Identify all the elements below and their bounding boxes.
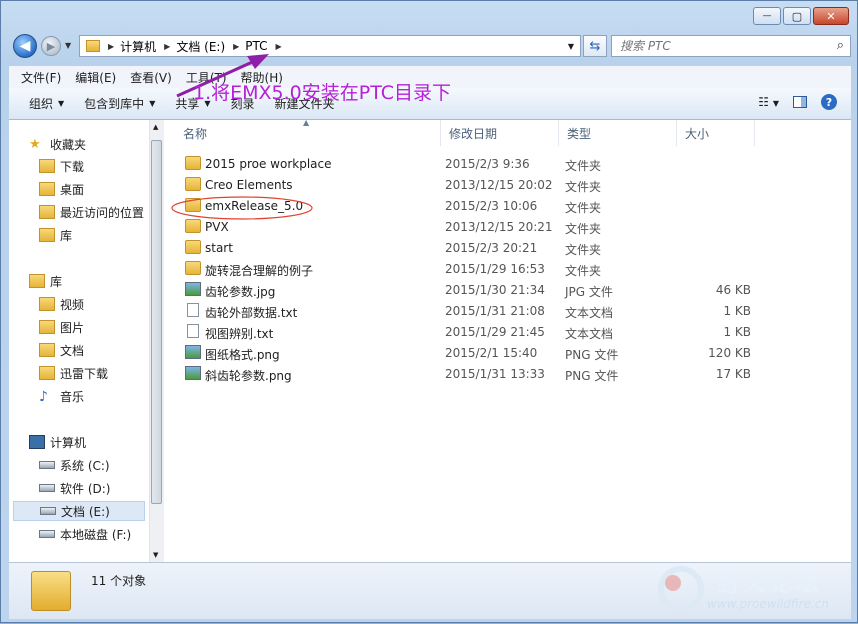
annotation-circle [171, 196, 313, 220]
watermark-logo-icon [658, 566, 704, 612]
watermark: 野火论坛 www.proewildfire.cn [651, 561, 851, 621]
annotation-text: 1.将EMX5.0安装在PTC目录下 [193, 82, 451, 104]
watermark-text: 野火论坛 [717, 569, 821, 597]
watermark-url: www.proewildfire.cn [707, 597, 829, 611]
explorer-window: — ▢ ✕ ◀ ▶ ▼ ▶ 计算机 ▶ 文档 (E:) ▶ PTC ▶ ▼ ⇆ … [0, 0, 858, 623]
